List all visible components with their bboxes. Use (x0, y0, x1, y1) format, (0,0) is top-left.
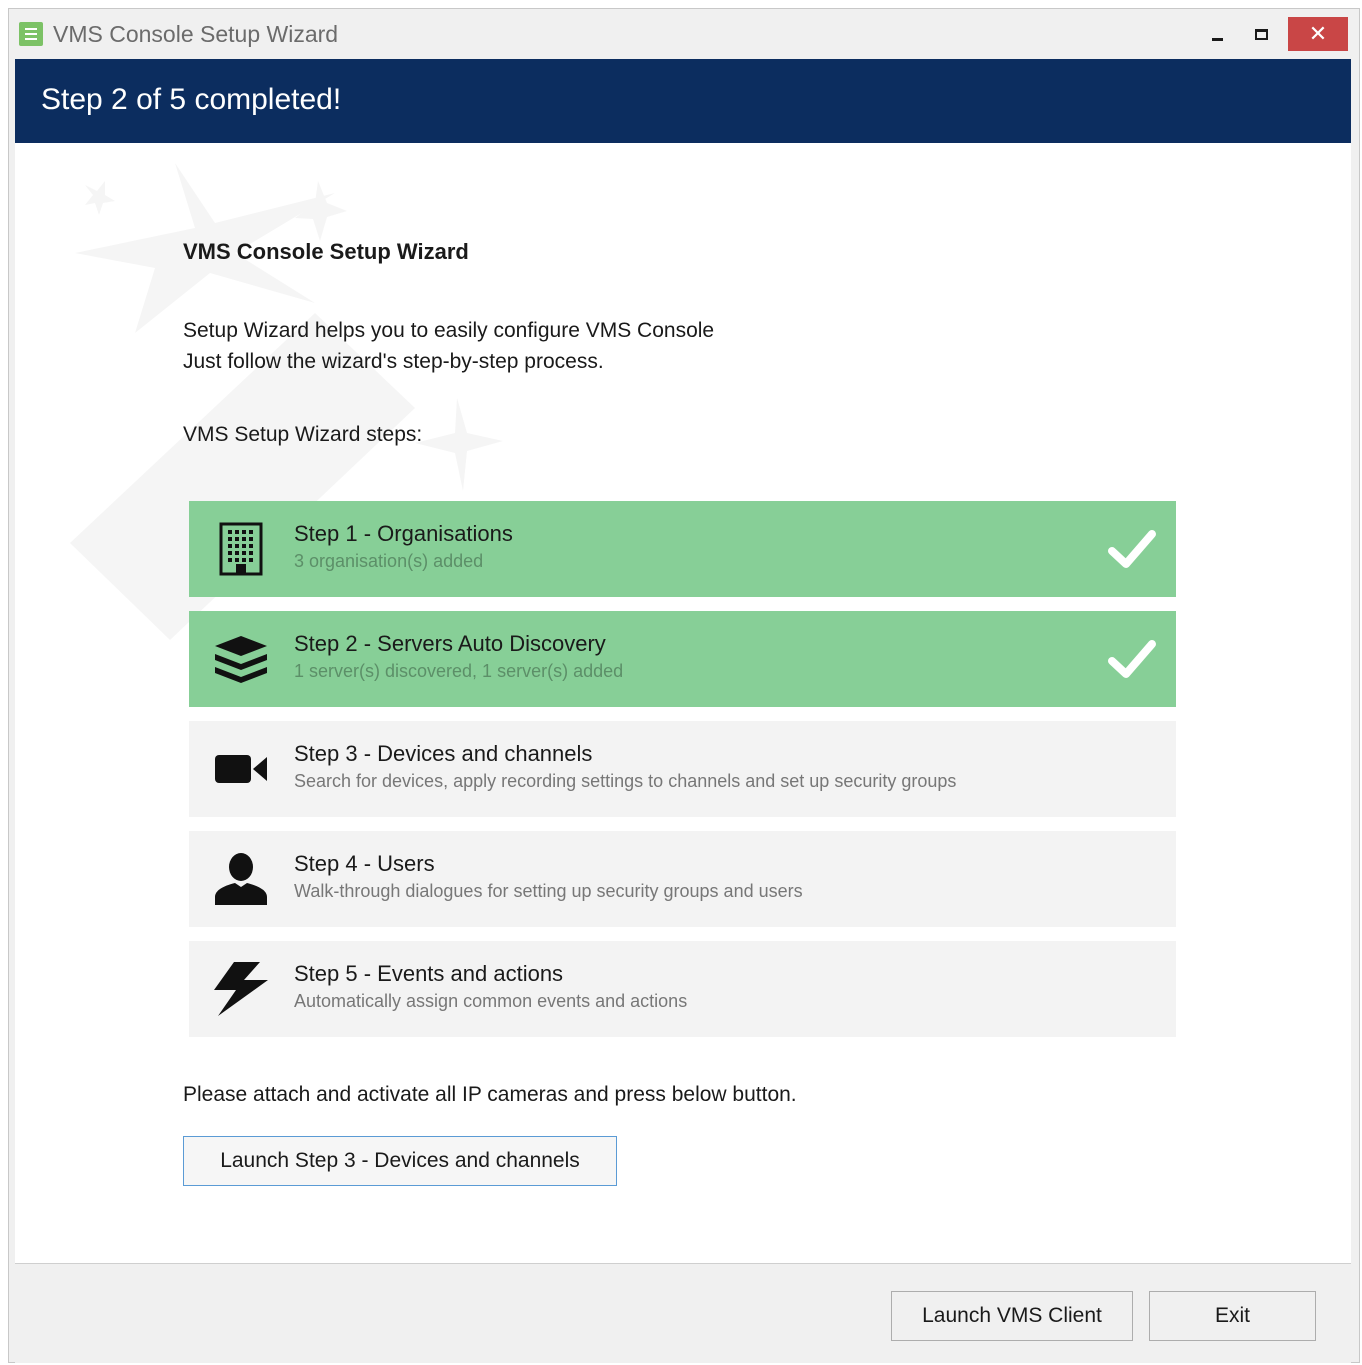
building-icon (211, 521, 271, 577)
maximize-button[interactable] (1243, 17, 1279, 51)
maximize-icon (1254, 28, 1268, 40)
step-title: Step 3 - Devices and channels (294, 741, 593, 766)
step-description: 3 organisation(s) added (294, 551, 484, 571)
step-description: Walk-through dialogues for setting up se… (294, 881, 803, 901)
step-1-organisations[interactable]: Step 1 - Organisations 3 organisation(s)… (189, 501, 1176, 597)
step-5-events-and-actions[interactable]: Step 5 - Events and actions Automaticall… (189, 941, 1176, 1037)
step-title: Step 4 - Users (294, 851, 435, 876)
intro-line-2: Just follow the wizard's step-by-step pr… (183, 350, 604, 373)
steps-label: VMS Setup Wizard steps: (183, 423, 423, 446)
step-description: 1 server(s) discovered, 1 server(s) adde… (294, 661, 624, 681)
minimize-icon (1211, 37, 1223, 41)
step-title: Step 5 - Events and actions (294, 961, 564, 986)
intro-text: Setup Wizard helps you to easily configu… (183, 315, 714, 377)
step-title: Step 1 - Organisations (294, 521, 513, 546)
launch-step-3-button[interactable]: Launch Step 3 - Devices and channels (183, 1136, 617, 1186)
attach-instructions: Please attach and activate all IP camera… (183, 1083, 797, 1106)
intro-line-1: Setup Wizard helps you to easily configu… (183, 319, 715, 342)
step-3-devices-and-channels[interactable]: Step 3 - Devices and channels Search for… (189, 721, 1176, 817)
step-title: Step 2 - Servers Auto Discovery (294, 631, 606, 656)
status-banner: Step 2 of 5 completed! (15, 59, 1351, 143)
close-icon: ✕ (1308, 21, 1328, 46)
setup-wizard-window: VMS Console Setup Wizard ✕ Step 2 of 5 c… (8, 8, 1360, 1363)
user-icon (211, 851, 271, 907)
title-bar[interactable]: VMS Console Setup Wizard ✕ (9, 9, 1359, 59)
exit-button[interactable]: Exit (1149, 1291, 1316, 1341)
minimize-button[interactable] (1199, 17, 1235, 51)
footer-bar: Launch VMS Client Exit (15, 1263, 1351, 1363)
video-camera-icon (211, 741, 271, 797)
step-description: Search for devices, apply recording sett… (294, 771, 957, 791)
window-title: VMS Console Setup Wizard (53, 21, 339, 47)
launch-vms-client-button[interactable]: Launch VMS Client (891, 1291, 1133, 1341)
step-2-servers-auto-discovery[interactable]: Step 2 - Servers Auto Discovery 1 server… (189, 611, 1176, 707)
wizard-heading: VMS Console Setup Wizard (183, 239, 469, 264)
servers-stack-icon (211, 631, 271, 687)
step-description: Automatically assign common events and a… (294, 991, 688, 1011)
banner-title: Step 2 of 5 completed! (41, 83, 342, 116)
lightning-icon (211, 961, 271, 1017)
wizard-content: VMS Console Setup Wizard Setup Wizard he… (15, 143, 1351, 1263)
checkmark-icon (1108, 640, 1156, 678)
close-button[interactable]: ✕ (1288, 17, 1348, 51)
app-icon (19, 22, 43, 46)
step-4-users[interactable]: Step 4 - Users Walk-through dialogues fo… (189, 831, 1176, 927)
checkmark-icon (1108, 530, 1156, 568)
